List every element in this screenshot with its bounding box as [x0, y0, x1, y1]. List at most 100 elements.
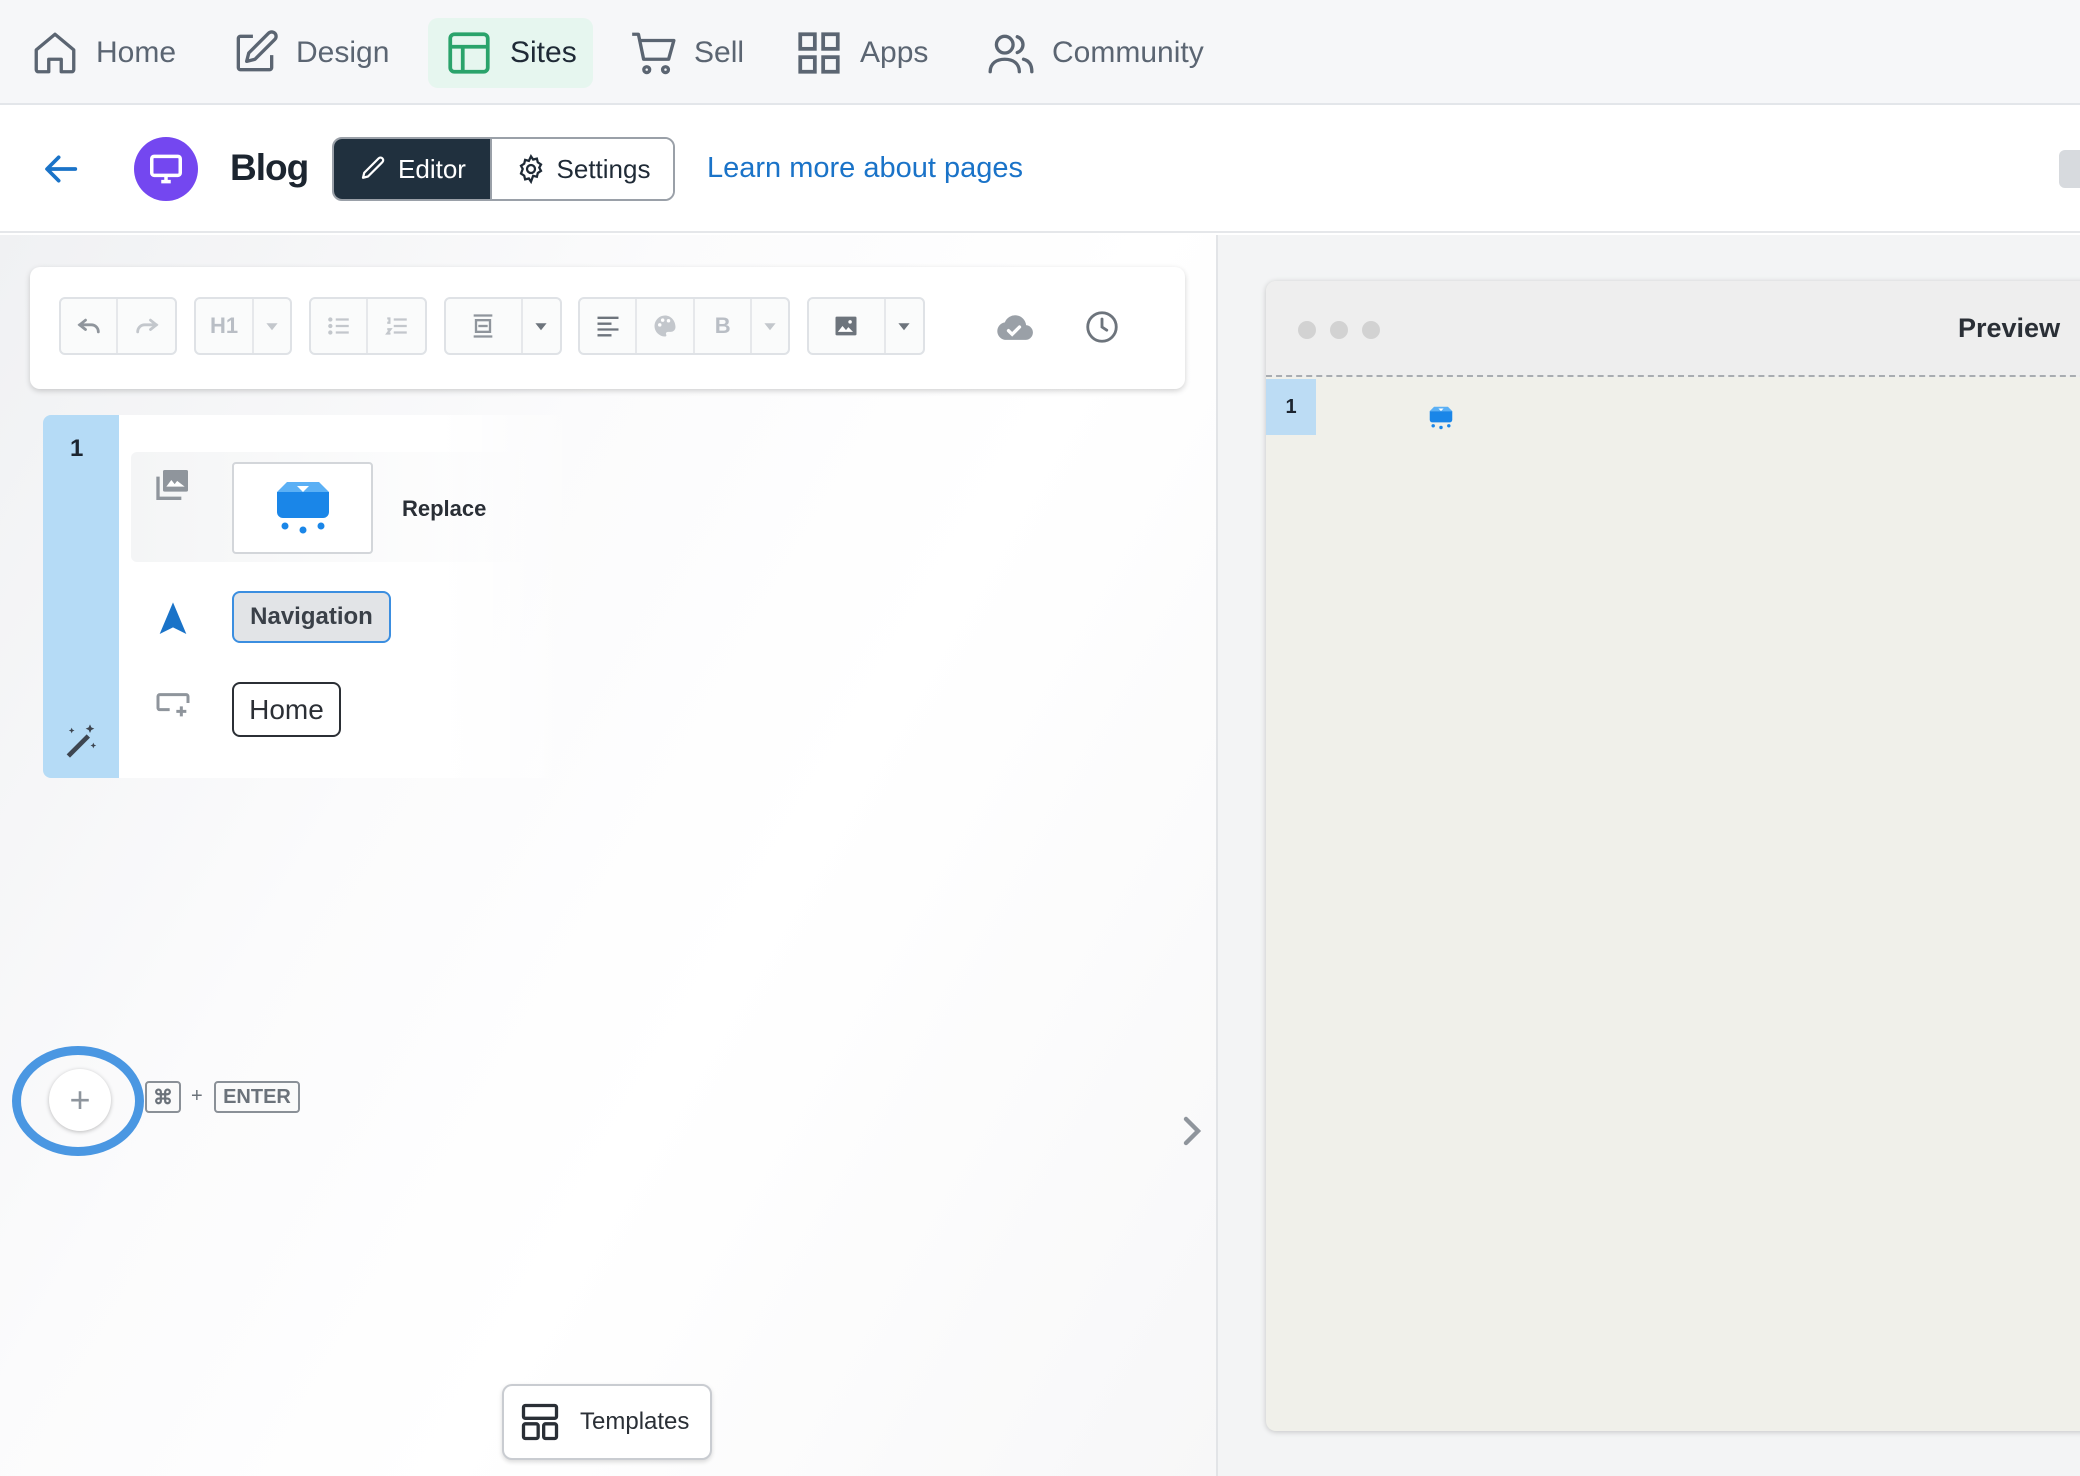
caret-down-icon — [535, 323, 547, 331]
nav-sell[interactable]: Sell — [612, 18, 760, 88]
history-button[interactable] — [1078, 303, 1126, 351]
templates-button[interactable]: Templates — [502, 1384, 712, 1460]
editor-panel: H1 B 1 Replace Navigation Home + ⌘ + ENT… — [0, 235, 1216, 1476]
block-number: 1 — [70, 435, 84, 462]
learn-more-link[interactable]: Learn more about pages — [707, 152, 1023, 185]
page-header: Blog Editor Settings Learn more about pa… — [0, 107, 2080, 233]
heading-group: H1 — [194, 297, 292, 355]
header-action-button[interactable] — [2059, 150, 2080, 188]
text-format-group: B — [578, 297, 790, 355]
nav-sites[interactable]: Sites — [428, 18, 593, 88]
magic-wand-icon[interactable] — [60, 721, 100, 761]
heading-button[interactable]: H1 — [196, 299, 254, 353]
logo-icon — [276, 482, 329, 534]
page-title: Blog — [230, 147, 309, 188]
nav-sites-label: Sites — [510, 36, 577, 69]
navigation-chip[interactable]: Navigation — [232, 591, 391, 643]
templates-icon — [521, 1403, 559, 1441]
align-button[interactable] — [580, 299, 638, 353]
undo-redo-group — [59, 297, 177, 355]
plus-icon: + — [69, 1079, 91, 1120]
block-layout-group — [444, 297, 562, 355]
logo-image[interactable] — [232, 462, 373, 554]
back-arrow-icon[interactable] — [42, 149, 82, 189]
undo-icon — [76, 318, 100, 334]
top-navigation: Home Design Sites Sell Apps Community — [0, 0, 2080, 105]
block-layout-dropdown[interactable] — [523, 299, 560, 353]
image-group — [807, 297, 925, 355]
settings-tab[interactable]: Settings — [490, 139, 673, 199]
image-dropdown[interactable] — [886, 299, 923, 353]
align-left-icon — [597, 316, 619, 337]
heading-icon: H1 — [209, 313, 239, 338]
nav-community[interactable]: Community — [970, 18, 1220, 88]
settings-tab-label: Settings — [556, 153, 651, 184]
save-status[interactable] — [990, 303, 1038, 351]
redo-button[interactable] — [118, 299, 175, 353]
add-block-button[interactable]: + — [49, 1069, 111, 1131]
bulleted-list-icon — [327, 317, 349, 335]
home-button-chip[interactable]: Home — [232, 682, 341, 737]
preview-logo-icon — [1429, 406, 1453, 430]
preview-block-number[interactable]: 1 — [1266, 379, 1316, 435]
editor-settings-toggle: Editor Settings — [332, 137, 675, 201]
undo-button[interactable] — [61, 299, 119, 353]
gallery-icon — [156, 470, 188, 500]
block-layout-button[interactable] — [446, 299, 523, 353]
chevron-right-icon[interactable] — [1180, 1115, 1204, 1147]
block-layout-icon — [473, 314, 493, 338]
insert-image-button[interactable] — [809, 299, 886, 353]
desktop-icon — [150, 154, 182, 184]
gear-icon — [519, 154, 543, 185]
preview-window: Preview 1 — [1266, 281, 2080, 1431]
shortcut-cmd-key: ⌘ — [145, 1081, 181, 1113]
cart-icon — [632, 32, 676, 75]
templates-label: Templates — [580, 1408, 690, 1435]
pencil-icon — [361, 156, 385, 179]
caret-down-icon — [266, 323, 278, 331]
list-group — [309, 297, 427, 355]
color-button[interactable] — [637, 299, 695, 353]
caret-down-icon — [898, 323, 910, 331]
nav-design-label: Design — [296, 36, 390, 69]
grid-icon — [798, 32, 840, 74]
palette-icon — [654, 315, 676, 337]
nav-home[interactable]: Home — [14, 18, 192, 88]
shortcut-plus: + — [191, 1085, 203, 1107]
editor-tab-label: Editor — [398, 153, 466, 184]
cloud-saved-icon — [997, 315, 1033, 340]
home-icon — [34, 32, 76, 74]
navigation-arrow-icon — [159, 602, 187, 634]
layout-icon — [448, 32, 490, 74]
nav-community-label: Community — [1052, 36, 1204, 69]
edit-icon — [236, 30, 278, 72]
bold-button[interactable]: B — [695, 299, 753, 353]
replace-button[interactable]: Replace — [402, 496, 486, 522]
nav-apps-label: Apps — [860, 36, 929, 69]
editor-toolbar: H1 B — [30, 267, 1185, 389]
bold-icon: B — [714, 313, 731, 338]
nav-home-label: Home — [96, 36, 177, 69]
numbered-list-button[interactable] — [368, 299, 425, 353]
preview-title: Preview — [1958, 313, 2061, 343]
redo-icon — [135, 318, 159, 334]
bulleted-list-button[interactable] — [311, 299, 369, 353]
heading-dropdown[interactable] — [254, 299, 290, 353]
nav-design[interactable]: Design — [214, 18, 405, 88]
window-dot — [1298, 321, 1316, 339]
users-icon — [988, 34, 1034, 74]
preview-titlebar: Preview — [1266, 281, 2080, 377]
image-icon — [835, 316, 857, 336]
shortcut-enter-key: ENTER — [214, 1081, 300, 1113]
window-dot — [1330, 321, 1348, 339]
nav-sell-label: Sell — [694, 36, 745, 69]
button-link-icon — [156, 693, 190, 717]
nav-apps[interactable]: Apps — [778, 18, 944, 88]
caret-down-icon — [764, 323, 776, 331]
history-icon — [1086, 311, 1118, 343]
editor-tab[interactable]: Editor — [334, 139, 490, 199]
preview-panel: Preview 1 — [1218, 235, 2080, 1476]
window-dot — [1362, 321, 1380, 339]
numbered-list-icon — [384, 317, 407, 335]
format-dropdown[interactable] — [752, 299, 788, 353]
